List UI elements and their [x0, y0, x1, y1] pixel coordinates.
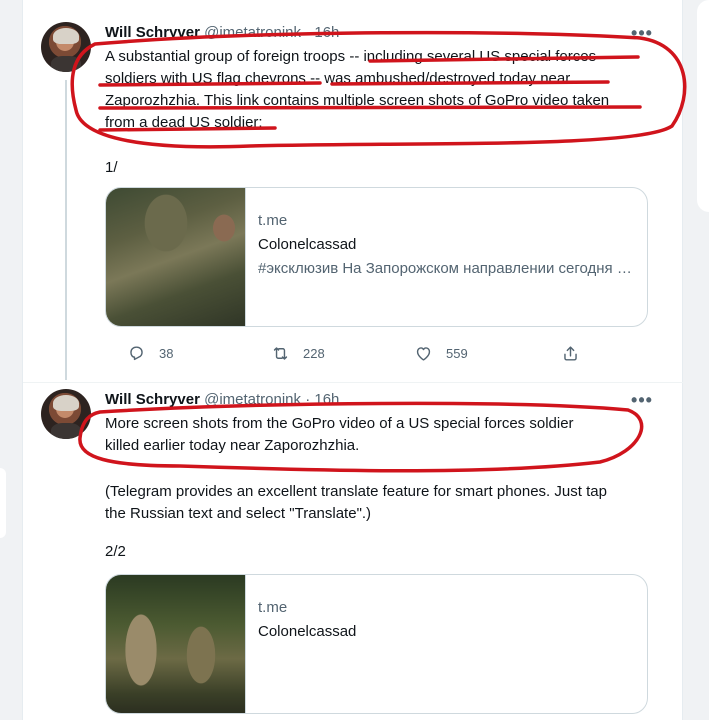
retweet-button[interactable]: 228: [271, 338, 325, 368]
tweet-text: More screen shots from the GoPro video o…: [105, 413, 645, 457]
link-card-thumbnail: [106, 188, 246, 326]
link-card-title: Colonelcassad: [258, 623, 357, 640]
tweet-1[interactable]: Will Schryver @imetatronink · 16h ••• A …: [23, 0, 684, 382]
tweet-note-line: (Telegram provides an excellent translat…: [105, 483, 607, 500]
link-card-title: Colonelcassad: [258, 236, 357, 253]
link-card-description: #эксклюзив На Запорожском направлении се…: [258, 260, 638, 277]
thread-connector-line: [65, 80, 67, 380]
tweet-actions: 38 228 559: [105, 338, 577, 368]
like-count: 559: [446, 345, 468, 361]
link-card-body: t.me Colonelcassad #эксклюзив На Запорож…: [258, 210, 638, 280]
link-card-domain: t.me: [258, 599, 288, 616]
author-handle[interactable]: @imetatronink: [204, 24, 301, 41]
tweet-text-line: A substantial group of foreign troops --…: [105, 48, 597, 65]
avatar[interactable]: [41, 389, 91, 439]
tweet-text: A substantial group of foreign troops --…: [105, 46, 665, 134]
thread-number: 2/2: [105, 543, 126, 560]
tweet-2[interactable]: Will Schryver @imetatronink · 16h ••• Mo…: [23, 382, 684, 720]
tweet-header: Will Schryver @imetatronink · 16h: [105, 391, 339, 408]
tweet-time[interactable]: 16h: [314, 391, 339, 408]
link-card[interactable]: t.me Colonelcassad #эксклюзив На Запорож…: [105, 187, 648, 327]
left-edge-panel: [0, 468, 6, 538]
author-name[interactable]: Will Schryver: [105, 391, 200, 408]
more-icon[interactable]: •••: [629, 391, 655, 411]
tweet-header: Will Schryver @imetatronink · 16h: [105, 24, 339, 41]
reply-button[interactable]: 38: [127, 338, 173, 368]
separator-dot: ·: [305, 24, 311, 41]
tweet-text-line: Zaporozhzhia. This link contains multipl…: [105, 92, 610, 109]
thread-number: 1/: [105, 159, 118, 176]
right-sidebar-panel: [697, 0, 709, 212]
retweet-count: 228: [303, 345, 325, 361]
tweet-time[interactable]: 16h: [314, 24, 339, 41]
tweet-text-line: killed earlier today near Zaporozhzhia.: [105, 437, 360, 454]
separator-dot: ·: [305, 391, 311, 408]
link-card-body: t.me Colonelcassad: [258, 597, 638, 643]
avatar[interactable]: [41, 22, 91, 72]
reply-count: 38: [159, 345, 174, 361]
author-handle[interactable]: @imetatronink: [204, 391, 301, 408]
tweet-text-line: More screen shots from the GoPro video o…: [105, 415, 574, 432]
heart-icon: [416, 346, 431, 361]
tweet-text-line: soldiers with US flag chevrons -- was am…: [105, 70, 571, 87]
tweet-text-line: from a dead US soldier:: [105, 114, 263, 131]
reply-icon: [130, 345, 143, 360]
tweet-note-line: the Russian text and select "Translate".…: [105, 505, 372, 522]
link-card-domain: t.me: [258, 212, 288, 229]
link-card-thumbnail: [106, 575, 246, 713]
share-button[interactable]: [561, 338, 580, 368]
timeline: Will Schryver @imetatronink · 16h ••• A …: [22, 0, 684, 720]
retweet-icon: [273, 346, 288, 360]
tweet-note: (Telegram provides an excellent translat…: [105, 481, 665, 525]
like-button[interactable]: 559: [414, 338, 468, 368]
more-icon[interactable]: •••: [629, 24, 655, 44]
link-card[interactable]: t.me Colonelcassad: [105, 574, 648, 714]
author-name[interactable]: Will Schryver: [105, 24, 200, 41]
share-icon: [564, 345, 577, 361]
